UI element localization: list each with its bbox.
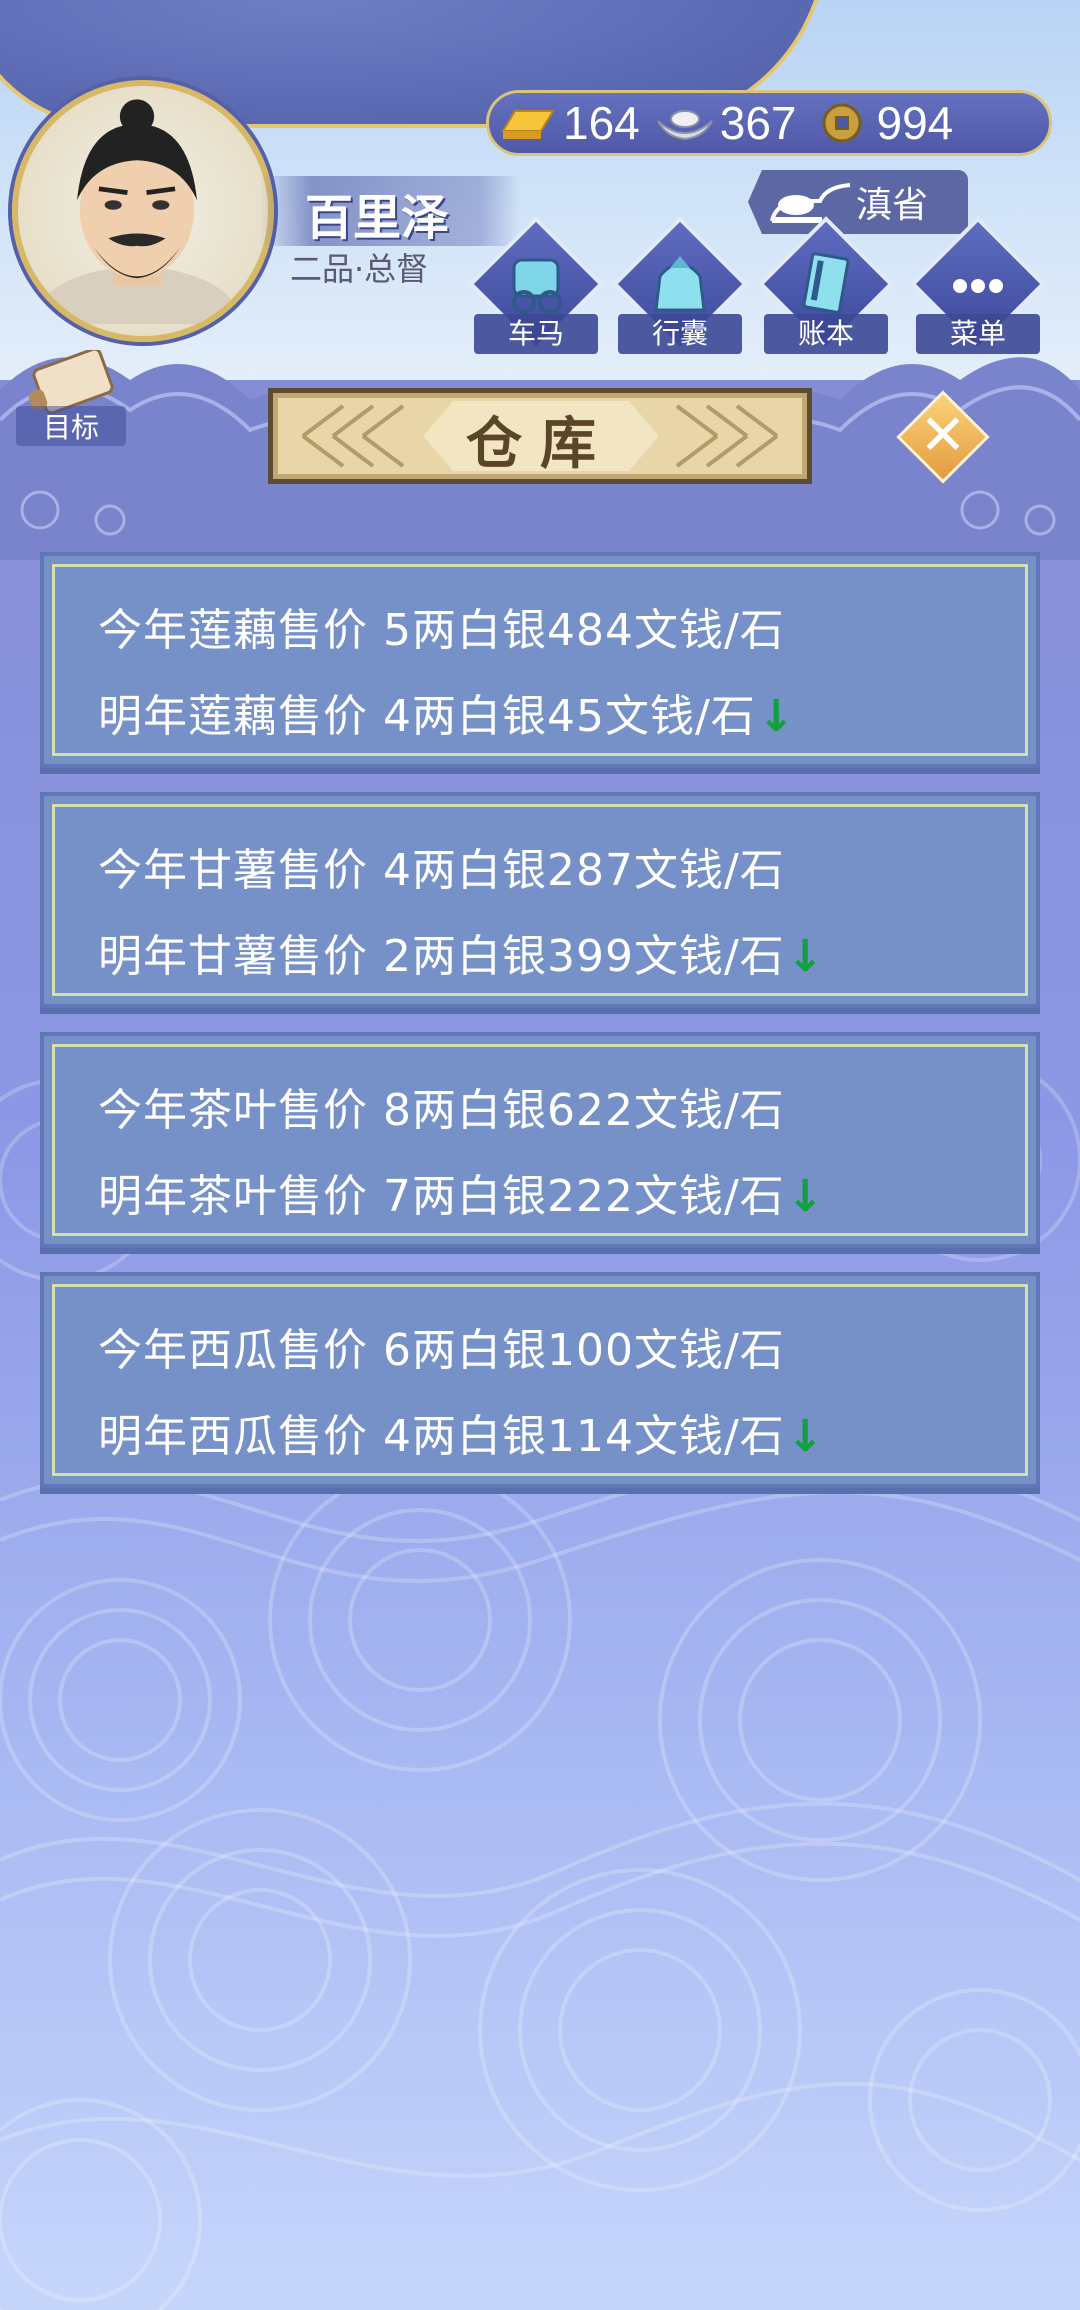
next-year-price-row: 明年甘薯售价 2两白银399文钱/石↓: [98, 920, 825, 984]
current-price-text: 今年甘薯售价 4两白银287文钱/石: [98, 845, 785, 896]
region-button[interactable]: 滇省: [748, 170, 968, 234]
portrait-icon: [32, 99, 242, 336]
trend-down-icon: ↓: [786, 1171, 825, 1222]
price-card-tea: 今年茶叶售价 8两白银622文钱/石 明年茶叶售价 7两白银222文钱/石↓: [40, 1032, 1040, 1248]
resource-bar: 164 367 994: [486, 90, 1052, 156]
trend-down-icon: ↓: [786, 931, 825, 982]
price-card-sweet-potato: 今年甘薯售价 4两白银287文钱/石 明年甘薯售价 2两白银399文钱/石↓: [40, 792, 1040, 1008]
player-rank: 二品·总督: [290, 250, 429, 288]
next-year-price-text: 明年甘薯售价 2两白银399文钱/石: [98, 931, 785, 982]
trend-down-icon: ↓: [757, 691, 796, 742]
goal-button[interactable]: 目标: [16, 347, 126, 446]
next-year-price-row: 明年莲藕售价 4两白银45文钱/石↓: [98, 680, 796, 744]
gold-resource[interactable]: 164: [497, 96, 646, 150]
next-year-price-row: 明年西瓜售价 4两白银114文钱/石↓: [98, 1400, 825, 1464]
map-tool-icon: [770, 183, 851, 223]
goal-label: 目标: [16, 406, 126, 446]
warehouse-title-plate: 仓库: [268, 388, 812, 484]
player-avatar[interactable]: [12, 80, 274, 342]
close-button[interactable]: ✕: [896, 390, 990, 484]
current-price-text: 今年莲藕售价 5两白银484文钱/石: [98, 605, 785, 656]
silver-ingot-icon: [656, 110, 713, 141]
gold-ingot-icon: [501, 110, 555, 139]
price-card-lotus-root: 今年莲藕售价 5两白银484文钱/石 明年莲藕售价 4两白银45文钱/石↓: [40, 552, 1040, 768]
price-list: 今年莲藕售价 5两白银484文钱/石 明年莲藕售价 4两白银45文钱/石↓ 今年…: [40, 552, 1040, 1512]
next-year-price-text: 明年莲藕售价 4两白银45文钱/石: [98, 691, 756, 742]
player-name: 百里泽: [305, 190, 450, 246]
region-label: 滇省: [855, 185, 928, 226]
copper-coin-icon: [822, 103, 861, 143]
current-price-text: 今年西瓜售价 6两白银100文钱/石: [98, 1325, 785, 1376]
gold-value: 164: [563, 97, 640, 149]
warehouse-title: 仓库: [466, 412, 614, 477]
silver-value: 367: [719, 97, 797, 149]
close-icon: ✕: [919, 403, 967, 468]
current-price-text: 今年茶叶售价 8两白银622文钱/石: [98, 1085, 785, 1136]
silver-resource[interactable]: 367: [654, 96, 803, 150]
next-year-price-row: 明年茶叶售价 7两白银222文钱/石↓: [98, 1160, 825, 1224]
price-card-watermelon: 今年西瓜售价 6两白银100文钱/石 明年西瓜售价 4两白银114文钱/石↓: [40, 1272, 1040, 1488]
coin-value: 994: [876, 97, 954, 149]
next-year-price-text: 明年茶叶售价 7两白银222文钱/石: [98, 1171, 785, 1222]
next-year-price-text: 明年西瓜售价 4两白银114文钱/石: [98, 1411, 785, 1462]
trend-down-icon: ↓: [786, 1411, 825, 1462]
coin-resource[interactable]: 994: [811, 96, 960, 150]
